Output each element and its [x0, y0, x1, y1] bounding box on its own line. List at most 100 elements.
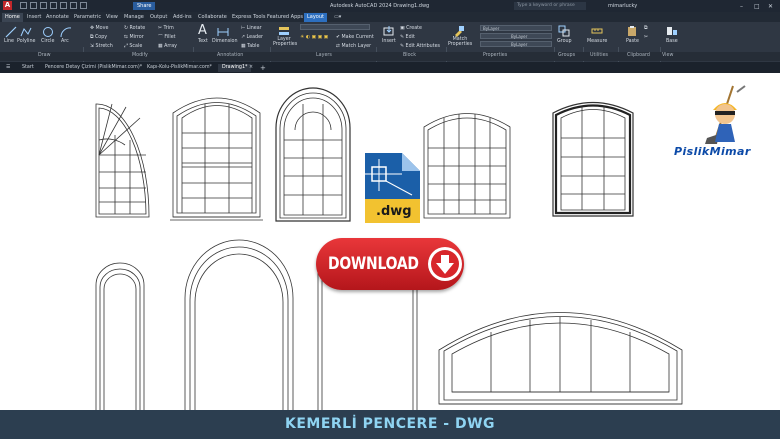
- measure-button[interactable]: Measure: [587, 39, 607, 45]
- make-current-button[interactable]: ✔ Make Current: [336, 35, 374, 41]
- dimension-icon[interactable]: [217, 26, 229, 38]
- cut-icon[interactable]: ✂: [644, 35, 648, 41]
- panel-properties[interactable]: Properties: [483, 53, 507, 58]
- tab-express-tools[interactable]: Express Tools: [232, 13, 265, 22]
- quarter-arch-window[interactable]: [95, 103, 150, 218]
- bold-arch-window[interactable]: [552, 101, 634, 217]
- circle-button[interactable]: Circle: [41, 39, 54, 45]
- tab-manage[interactable]: Manage: [124, 13, 144, 22]
- base-button[interactable]: Base: [666, 39, 678, 45]
- hidden-arch-window[interactable]: [317, 270, 418, 410]
- text-icon[interactable]: A: [198, 24, 207, 38]
- panel-utilities[interactable]: Utilities: [590, 53, 608, 58]
- layer-properties-button[interactable]: Layer Properties: [273, 37, 297, 47]
- copy-clip-icon[interactable]: ⧉: [644, 26, 647, 32]
- tab-insert[interactable]: Insert: [27, 13, 41, 22]
- download-button[interactable]: DOWNLOAD: [316, 238, 464, 290]
- doc-tab-pencere[interactable]: Pencere Detay Çizimi (PislikMimar.com)*: [45, 64, 142, 72]
- autocad-logo[interactable]: A: [3, 1, 12, 10]
- panel-view[interactable]: View: [662, 53, 673, 58]
- large-round-arch-window[interactable]: [184, 239, 294, 410]
- scale-button[interactable]: ⤢ Scale: [124, 44, 142, 50]
- minimize-icon[interactable]: –: [740, 3, 743, 10]
- tab-featured-apps[interactable]: Featured Apps: [267, 13, 303, 22]
- polyline-button[interactable]: Polyline: [17, 39, 36, 45]
- round-top-window[interactable]: [275, 87, 351, 222]
- circle-icon[interactable]: [42, 26, 54, 38]
- menu-icon[interactable]: ☰: [6, 64, 10, 72]
- lineweight-dropdown[interactable]: ByLayer: [480, 41, 552, 47]
- line-button[interactable]: Line: [4, 39, 14, 45]
- ribbon-options-icon[interactable]: ▭▾: [334, 13, 341, 22]
- match-layer-button[interactable]: ⇄ Match Layer: [336, 44, 371, 50]
- layer-tool-icons[interactable]: ☀ ◐ ▣ ▣ ▣: [300, 35, 328, 41]
- share-button[interactable]: Share: [133, 2, 156, 10]
- line-icon[interactable]: [5, 26, 17, 38]
- undo-icon[interactable]: [70, 2, 77, 9]
- tab-add-ins[interactable]: Add-ins: [173, 13, 192, 22]
- tab-home[interactable]: Home: [2, 13, 23, 22]
- linetype-dropdown[interactable]: ByLayer: [480, 33, 552, 39]
- measure-icon[interactable]: [591, 25, 603, 37]
- group-button[interactable]: Group: [557, 39, 572, 45]
- segmental-arch-window[interactable]: [170, 97, 263, 221]
- search-input[interactable]: Type a keyword or phrase: [514, 2, 586, 10]
- panel-block[interactable]: Block: [403, 53, 416, 58]
- polyline-icon[interactable]: [20, 26, 32, 38]
- group-icon[interactable]: [558, 25, 570, 37]
- insert-button[interactable]: Insert: [382, 39, 396, 45]
- array-button[interactable]: ▦ Array: [158, 44, 177, 50]
- plot-icon[interactable]: [60, 2, 67, 9]
- arc-button[interactable]: Arc: [61, 39, 69, 45]
- leader-button[interactable]: ↗ Leader: [241, 35, 263, 41]
- doc-tab-start[interactable]: Start: [22, 64, 34, 72]
- narrow-arch-window[interactable]: [95, 262, 145, 410]
- segmental-grid-window[interactable]: [423, 113, 511, 219]
- create-block-button[interactable]: ▣ Create: [400, 26, 422, 32]
- panel-groups[interactable]: Groups: [558, 53, 575, 58]
- panel-annotation[interactable]: Annotation: [217, 53, 243, 58]
- doc-tab-kapi-kolu[interactable]: Kapı-Kolu-PislikMimar.com*: [147, 64, 212, 72]
- new-tab-icon[interactable]: +: [260, 64, 266, 72]
- open-icon[interactable]: [30, 2, 37, 9]
- dimension-button[interactable]: Dimension: [212, 39, 238, 45]
- mirror-button[interactable]: ⇆ Mirror: [124, 35, 144, 41]
- wide-segmental-window[interactable]: [438, 312, 683, 405]
- linear-button[interactable]: ⊢ Linear: [241, 26, 262, 32]
- save-icon[interactable]: [40, 2, 47, 9]
- tab-view[interactable]: View: [106, 13, 118, 22]
- tab-output[interactable]: Output: [150, 13, 167, 22]
- panel-layers[interactable]: Layers: [316, 53, 332, 58]
- tab-parametric[interactable]: Parametric: [74, 13, 101, 22]
- trim-button[interactable]: ✂ Trim: [158, 26, 174, 32]
- paste-button[interactable]: Paste: [626, 39, 639, 45]
- move-button[interactable]: ✥ Move: [90, 26, 108, 32]
- rotate-button[interactable]: ↻ Rotate: [124, 26, 145, 32]
- match-properties-icon[interactable]: [453, 25, 465, 37]
- doc-tab-drawing1[interactable]: Drawing1*: [218, 64, 252, 72]
- tab-layout[interactable]: Layout: [304, 13, 327, 22]
- arc-icon[interactable]: [60, 26, 72, 38]
- table-button[interactable]: ▦ Table: [241, 44, 259, 50]
- new-icon[interactable]: [20, 2, 27, 9]
- edit-block-button[interactable]: ✎ Edit: [400, 35, 415, 41]
- tab-collaborate[interactable]: Collaborate: [198, 13, 227, 22]
- stretch-button[interactable]: ⇲ Stretch: [90, 44, 113, 50]
- base-view-icon[interactable]: [666, 25, 678, 37]
- save-as-icon[interactable]: [50, 2, 57, 9]
- close-icon[interactable]: ✕: [768, 3, 773, 10]
- user-name[interactable]: mimarlucky: [608, 3, 637, 9]
- maximize-icon[interactable]: □: [754, 3, 760, 10]
- tab-annotate[interactable]: Annotate: [46, 13, 69, 22]
- panel-draw[interactable]: Draw: [38, 53, 51, 58]
- layer-dropdown[interactable]: [300, 24, 370, 30]
- insert-block-icon[interactable]: [383, 25, 395, 37]
- paste-icon[interactable]: [626, 25, 638, 37]
- text-button[interactable]: Text: [198, 39, 208, 45]
- edit-attributes-button[interactable]: ✎ Edit Attributes: [400, 44, 440, 50]
- panel-clipboard[interactable]: Clipboard: [627, 53, 650, 58]
- layer-properties-icon[interactable]: [278, 25, 290, 37]
- color-dropdown[interactable]: ByLayer: [480, 25, 552, 31]
- panel-modify[interactable]: Modify: [132, 53, 148, 58]
- close-tab-icon[interactable]: ×: [249, 64, 253, 72]
